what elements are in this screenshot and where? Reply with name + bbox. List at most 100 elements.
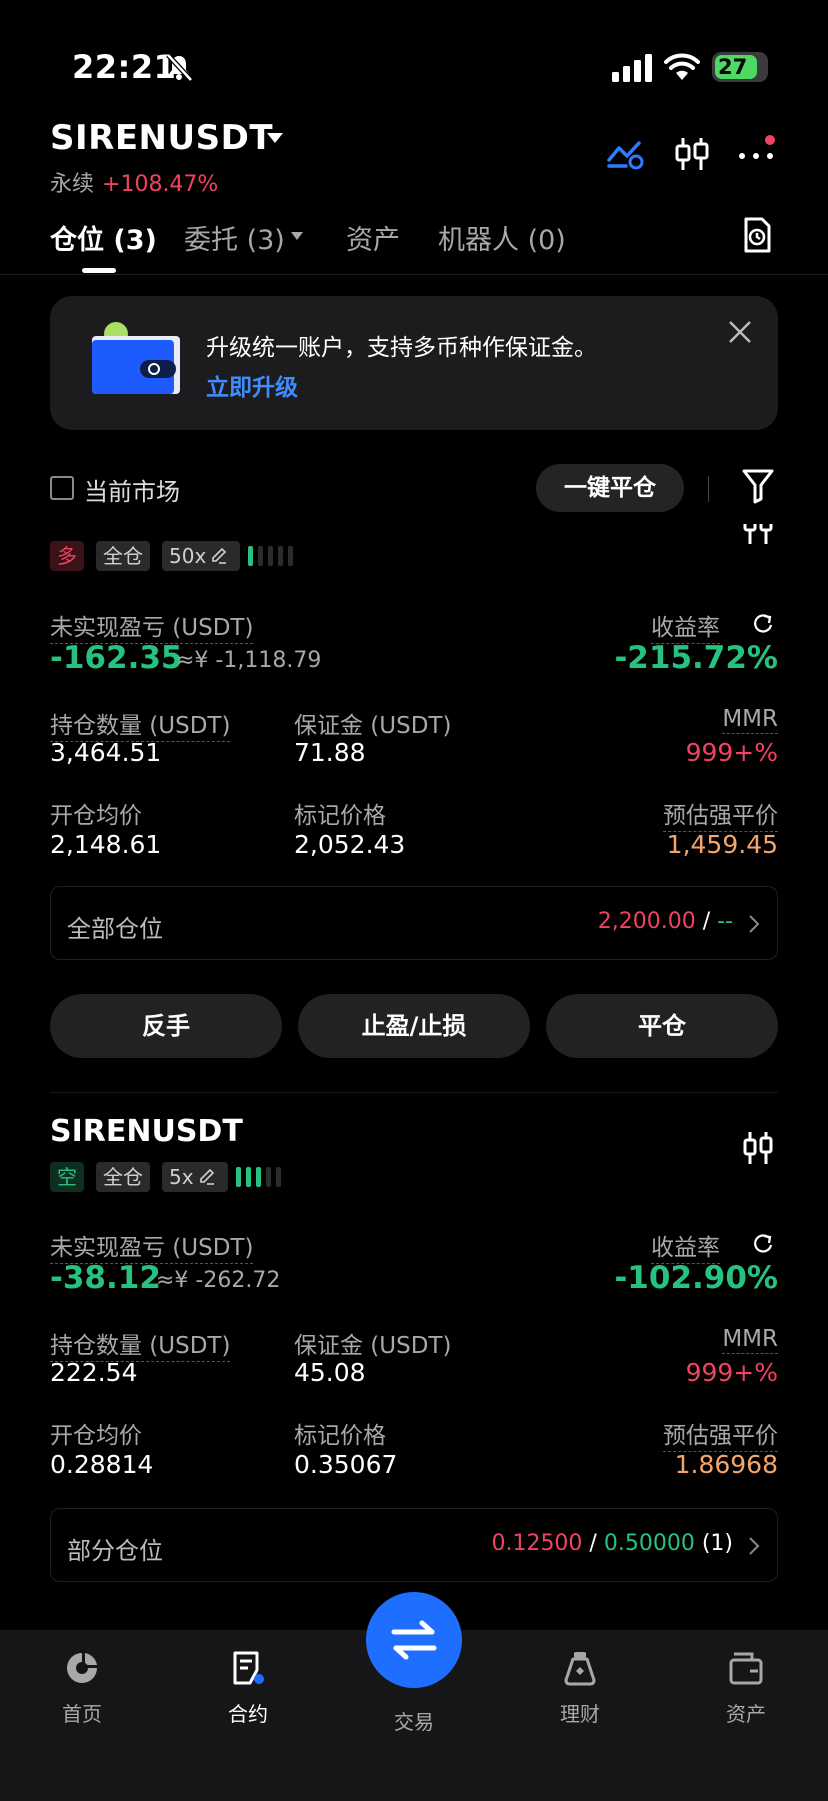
filter-icon[interactable] bbox=[742, 468, 774, 504]
tab-bots[interactable]: 机器人 (0) bbox=[438, 218, 566, 257]
tpsl-count: (1) bbox=[701, 1531, 733, 1556]
reverse-button[interactable]: 反手 bbox=[50, 994, 282, 1058]
mark-price-label: 标记价格 bbox=[294, 1423, 386, 1449]
mmr-value: 999+% bbox=[685, 738, 778, 767]
entry-price-value: 2,148.61 bbox=[50, 830, 162, 859]
mmr-label: MMR bbox=[722, 1326, 778, 1354]
nav-contract-label: 合约 bbox=[228, 1702, 268, 1726]
contract-type: 永续 bbox=[50, 172, 95, 197]
liq-price-value: 1,459.45 bbox=[666, 830, 778, 859]
tpsl-button[interactable]: 止盈/止损 bbox=[298, 994, 530, 1058]
margin-label: 保证金 (USDT) bbox=[294, 1333, 452, 1359]
mmr-value: 999+% bbox=[685, 1358, 778, 1387]
entry-price-value: 0.28814 bbox=[50, 1450, 154, 1479]
tpsl-scope-label: 部分仓位 bbox=[67, 1537, 163, 1565]
margin-value: 71.88 bbox=[294, 738, 366, 767]
take-profit-value: 2,200.00 bbox=[597, 909, 696, 934]
tpsl-row[interactable]: 部分仓位 0.12500 / 0.50000 (1) bbox=[50, 1508, 778, 1582]
roi-label: 收益率 bbox=[651, 608, 720, 644]
liq-price-value: 1.86968 bbox=[674, 1450, 778, 1479]
nav-trade-label[interactable]: 交易 bbox=[364, 1706, 464, 1735]
mmr-label: MMR bbox=[722, 706, 778, 734]
stop-loss-value: -- bbox=[717, 909, 733, 934]
unrealized-pnl-cny: ≈¥ -262.72 bbox=[156, 1268, 281, 1293]
candlestick-chart-icon[interactable] bbox=[672, 134, 712, 174]
unrealized-pnl-label: 未实现盈亏 (USDT) bbox=[50, 608, 254, 644]
risk-level-indicator bbox=[236, 1167, 286, 1189]
status-time: 22:21 bbox=[72, 48, 177, 86]
upgrade-now-link[interactable]: 立即升级 bbox=[206, 368, 298, 402]
swap-arrows-icon bbox=[391, 1620, 437, 1660]
margin-label: 保证金 (USDT) bbox=[294, 713, 452, 739]
current-market-checkbox[interactable] bbox=[50, 476, 74, 500]
position-size-value: 222.54 bbox=[50, 1358, 138, 1387]
nav-contract[interactable]: 合约 bbox=[198, 1650, 298, 1727]
price-alert-icon[interactable] bbox=[606, 134, 646, 174]
tpsl-row[interactable]: 全部仓位 2,200.00 / -- bbox=[50, 886, 778, 960]
status-bar: 22:21 27 bbox=[0, 0, 828, 100]
unrealized-pnl-value: -162.35 bbox=[50, 640, 183, 676]
tpsl-scope-label: 全部仓位 bbox=[67, 915, 163, 943]
nav-assets[interactable]: 资产 bbox=[696, 1650, 796, 1727]
close-icon[interactable] bbox=[728, 320, 752, 344]
divider bbox=[708, 476, 709, 502]
edit-icon[interactable] bbox=[198, 1168, 216, 1186]
upgrade-banner[interactable]: 升级统一账户，支持多币种作保证金。 立即升级 bbox=[50, 296, 778, 430]
margin-mode-badge: 全仓 bbox=[96, 1162, 150, 1192]
leverage-value: 5x bbox=[169, 1165, 194, 1189]
roi-value: -215.72% bbox=[614, 640, 778, 676]
side-badge: 空 bbox=[50, 1162, 84, 1192]
take-profit-value: 0.12500 bbox=[491, 1531, 583, 1556]
tab-orders-caret-icon[interactable] bbox=[290, 231, 304, 241]
trade-button[interactable] bbox=[366, 1592, 462, 1688]
mark-price-label: 标记价格 bbox=[294, 803, 386, 829]
position-symbol[interactable]: SIRENUSDT bbox=[50, 1114, 243, 1149]
current-market-label[interactable]: 当前市场 bbox=[84, 472, 180, 507]
wallet-illustration-icon bbox=[92, 322, 180, 394]
tab-positions[interactable]: 仓位 (3) bbox=[50, 218, 157, 257]
nav-finance[interactable]: 理财 bbox=[530, 1650, 630, 1727]
symbol-subtitle: 永续 +108.47% bbox=[50, 166, 218, 198]
more-options-icon[interactable] bbox=[736, 134, 776, 174]
unrealized-pnl-cny: ≈¥ -1,118.79 bbox=[176, 648, 322, 673]
share-icon[interactable] bbox=[752, 1232, 774, 1254]
tpsl-values: 2,200.00 / -- bbox=[597, 909, 733, 934]
chevron-right-icon bbox=[749, 915, 760, 933]
entry-price-label: 开仓均价 bbox=[50, 1423, 142, 1449]
tab-assets[interactable]: 资产 bbox=[346, 218, 400, 257]
position-size-value: 3,464.51 bbox=[50, 738, 162, 767]
leverage-badge[interactable]: 5x bbox=[162, 1162, 228, 1192]
candlestick-chart-icon[interactable] bbox=[742, 1130, 774, 1166]
mark-price-value: 0.35067 bbox=[294, 1450, 398, 1479]
cellular-signal-icon bbox=[612, 54, 652, 82]
liq-price-label: 预估强平价 bbox=[663, 796, 778, 832]
leverage-badge[interactable]: 50x bbox=[162, 541, 241, 571]
liq-price-label: 预估强平价 bbox=[663, 1416, 778, 1452]
close-all-button[interactable]: 一键平仓 bbox=[536, 464, 684, 512]
divider bbox=[50, 1092, 778, 1093]
history-icon[interactable] bbox=[742, 216, 772, 254]
price-change: +108.47% bbox=[102, 172, 219, 197]
position-size-label: 持仓数量 (USDT) bbox=[50, 1326, 231, 1362]
unrealized-pnl-value: -38.12 bbox=[50, 1260, 161, 1296]
roi-label: 收益率 bbox=[651, 1228, 720, 1264]
stop-loss-value: 0.50000 bbox=[603, 1531, 695, 1556]
chevron-right-icon bbox=[749, 1537, 760, 1555]
symbol-title[interactable]: SIRENUSDT bbox=[50, 118, 273, 158]
finance-icon bbox=[564, 1652, 596, 1686]
home-icon bbox=[67, 1653, 97, 1683]
edit-icon[interactable] bbox=[210, 547, 228, 565]
margin-mode-badge: 全仓 bbox=[96, 541, 150, 571]
candlestick-chart-icon[interactable] bbox=[742, 524, 774, 544]
side-badge: 多 bbox=[50, 541, 84, 571]
entry-price-label: 开仓均价 bbox=[50, 803, 142, 829]
caret-down-icon[interactable] bbox=[266, 132, 284, 144]
wifi-icon bbox=[664, 53, 700, 80]
nav-home[interactable]: 首页 bbox=[32, 1650, 132, 1727]
share-icon[interactable] bbox=[752, 612, 774, 634]
tab-orders[interactable]: 委托 (3) bbox=[184, 218, 285, 257]
close-position-button[interactable]: 平仓 bbox=[546, 994, 778, 1058]
tab-divider bbox=[0, 274, 828, 275]
banner-message: 升级统一账户，支持多币种作保证金。 bbox=[206, 335, 597, 361]
leverage-value: 50x bbox=[169, 544, 207, 568]
